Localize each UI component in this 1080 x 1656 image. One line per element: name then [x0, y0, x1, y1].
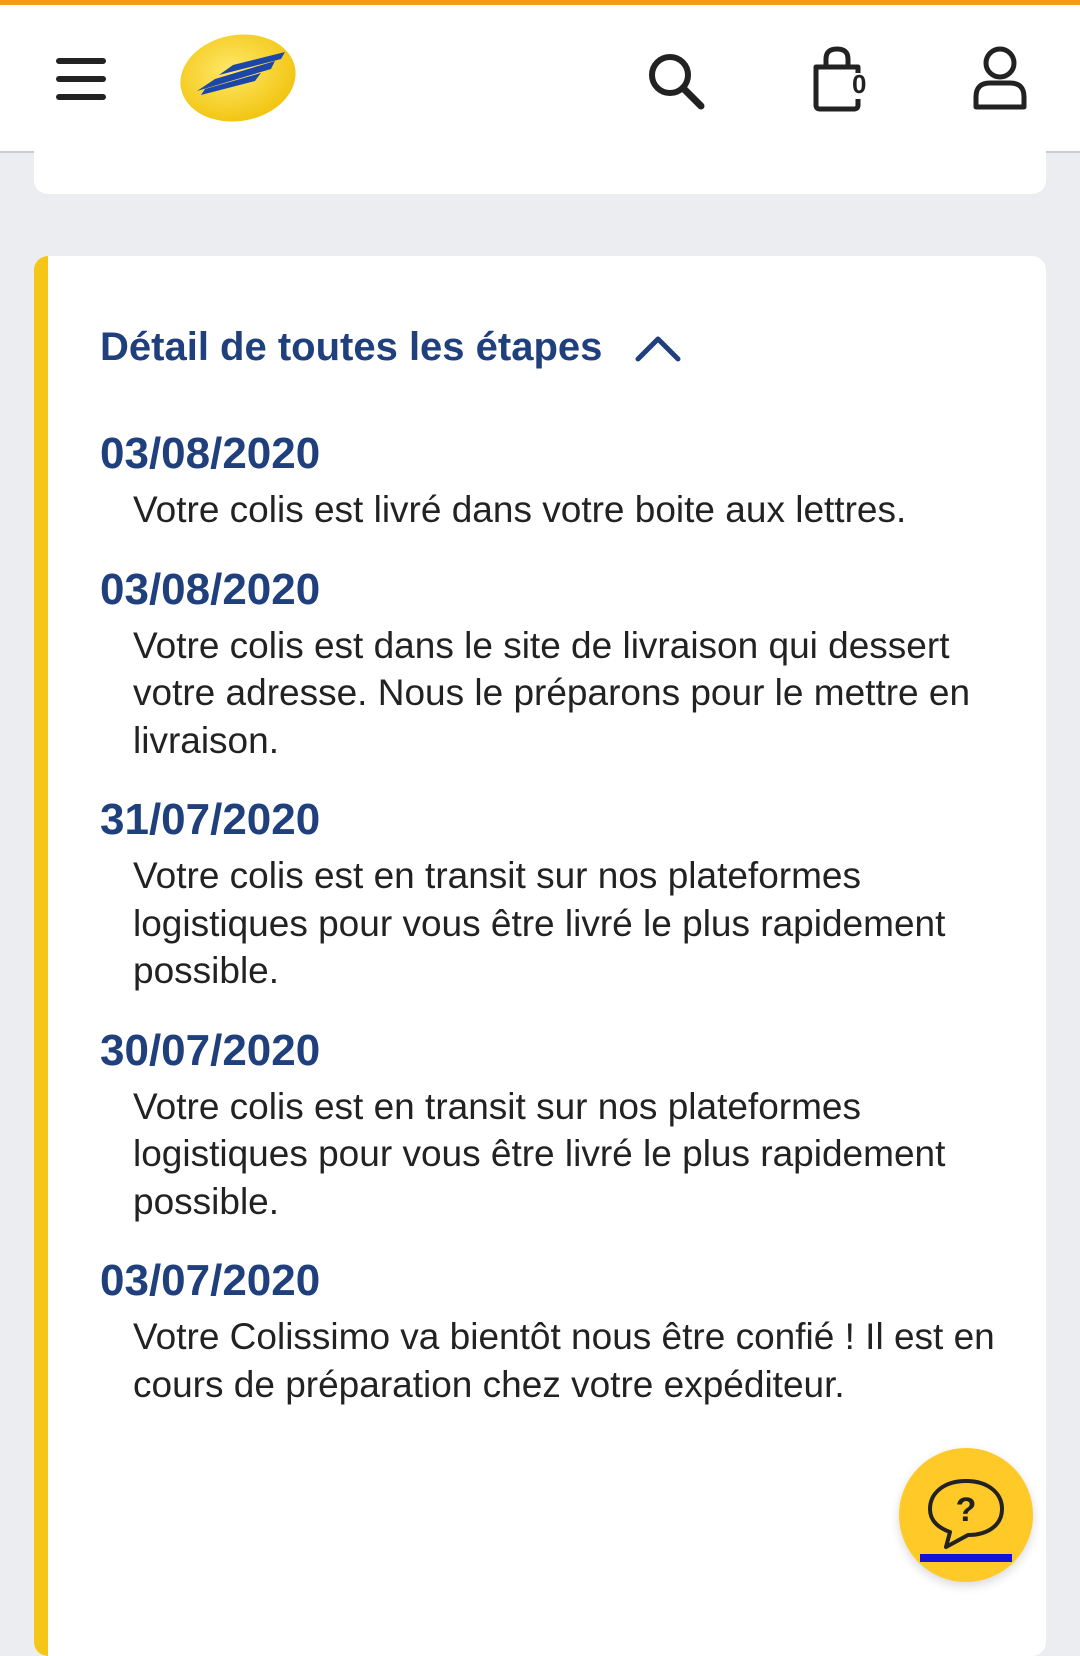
help-glyph: ? — [956, 1491, 977, 1529]
step-date: 03/07/2020 — [100, 1256, 321, 1305]
chevron-up-icon — [635, 336, 681, 361]
hamburger-menu-icon[interactable] — [56, 53, 106, 101]
search-icon[interactable] — [646, 51, 706, 111]
site-header: 0 — [0, 5, 1080, 153]
step-description: Votre colis est dans le site de livraiso… — [133, 624, 971, 761]
step-description: Votre Colissimo va bientôt nous être con… — [133, 1316, 995, 1405]
step-description: Votre colis est livré dans votre boite a… — [133, 489, 907, 530]
step-description: Votre colis est en transit sur nos plate… — [133, 855, 946, 991]
card-accent — [34, 256, 48, 1656]
step-item: 03/08/2020 Votre colis est dans le site … — [100, 564, 1010, 765]
step-item: 03/07/2020 Votre Colissimo va bientôt no… — [100, 1255, 1010, 1408]
step-item: 03/08/2020 Votre colis est livré dans vo… — [100, 428, 1010, 534]
la-poste-logo[interactable] — [175, 31, 301, 126]
user-icon[interactable] — [972, 45, 1028, 113]
steps-list: 03/08/2020 Votre colis est livré dans vo… — [100, 428, 1010, 1438]
steps-toggle[interactable]: Détail de toutes les étapes — [100, 325, 682, 370]
help-underline — [920, 1554, 1012, 1562]
step-date: 30/07/2020 — [100, 1025, 321, 1075]
step-item: 31/07/2020 Votre colis est en transit su… — [100, 794, 1010, 995]
shopping-bag-button[interactable]: 0 — [810, 45, 876, 115]
tracking-steps-card: Détail de toutes les étapes 03/08/2020 V… — [34, 256, 1046, 1656]
previous-card — [34, 140, 1046, 194]
step-date: 03/08/2020 — [100, 564, 321, 614]
cart-count: 0 — [852, 69, 867, 99]
help-chat-icon: ? — [928, 1479, 1004, 1549]
step-description: Votre colis est en transit sur nos plate… — [133, 1085, 946, 1222]
section-title: Détail de toutes les étapes — [100, 325, 603, 369]
step-item: 30/07/2020 Votre colis est en transit su… — [100, 1025, 1010, 1226]
step-date: 31/07/2020 — [100, 795, 321, 844]
step-date: 03/08/2020 — [100, 429, 321, 478]
